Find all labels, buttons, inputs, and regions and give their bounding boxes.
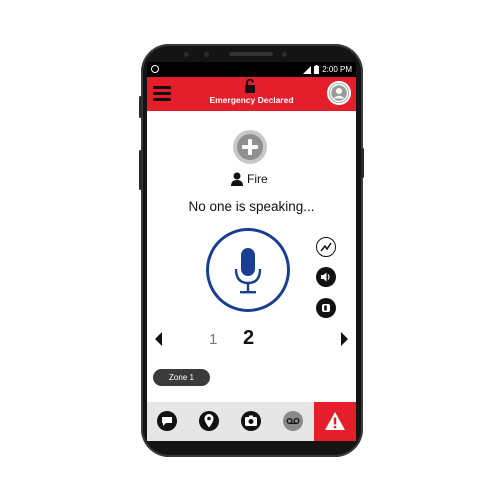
page-1[interactable]: 1 bbox=[209, 331, 217, 348]
emergency-alert-button[interactable] bbox=[314, 402, 356, 441]
light-sensor bbox=[282, 52, 287, 57]
microphone-icon bbox=[234, 248, 262, 294]
battery-icon bbox=[314, 65, 320, 74]
signal-strength-button[interactable] bbox=[316, 237, 336, 257]
add-channel-button[interactable] bbox=[233, 130, 267, 164]
volume-up-key bbox=[139, 96, 142, 118]
status-time: 2:00 PM bbox=[322, 65, 352, 74]
signal-icon bbox=[303, 65, 312, 74]
record-button[interactable] bbox=[316, 298, 336, 318]
app-bar: Emergency Declared bbox=[147, 77, 356, 111]
status-bar: 2:00 PM bbox=[147, 62, 356, 77]
record-icon bbox=[322, 304, 330, 312]
user-avatar-icon[interactable] bbox=[327, 81, 351, 105]
bottom-tab-bar bbox=[147, 402, 356, 441]
volume-down-key bbox=[139, 150, 142, 190]
alert-icon bbox=[325, 412, 345, 430]
settings-circle-icon bbox=[151, 65, 159, 73]
plus-icon bbox=[237, 134, 263, 160]
speaking-status: No one is speaking... bbox=[188, 199, 315, 214]
front-camera bbox=[184, 52, 189, 57]
unlock-icon bbox=[245, 79, 255, 93]
person-icon bbox=[231, 172, 243, 186]
voicemail-icon[interactable] bbox=[282, 410, 304, 432]
zone-selector[interactable]: Zone 1 bbox=[153, 369, 210, 386]
page-2-current[interactable]: 2 bbox=[243, 327, 254, 350]
page-title: Emergency Declared bbox=[209, 95, 294, 105]
channel-name: Fire bbox=[247, 172, 268, 186]
screen: 2:00 PM Emergency Declared Fire No one i… bbox=[147, 62, 356, 441]
volume-icon bbox=[321, 272, 330, 282]
push-to-talk-button[interactable] bbox=[206, 228, 290, 312]
next-page-arrow-icon[interactable] bbox=[341, 332, 348, 346]
proximity-sensor bbox=[204, 52, 209, 57]
previous-page-arrow-icon[interactable] bbox=[155, 332, 162, 346]
camera-icon[interactable] bbox=[240, 410, 262, 432]
earpiece bbox=[229, 52, 273, 56]
zone-label: Zone 1 bbox=[169, 373, 194, 382]
chat-icon[interactable] bbox=[156, 410, 178, 432]
signal-strength-icon bbox=[320, 242, 332, 252]
volume-button[interactable] bbox=[316, 267, 336, 287]
channel-indicator: Fire bbox=[231, 170, 268, 188]
power-key bbox=[361, 148, 364, 178]
location-icon[interactable] bbox=[198, 410, 220, 432]
